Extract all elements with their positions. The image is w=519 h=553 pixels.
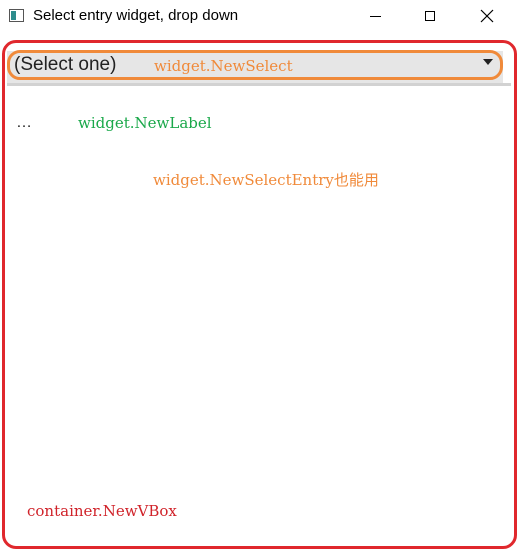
vbox-annotation-outline <box>2 40 517 549</box>
app-icon <box>9 9 24 22</box>
minimize-button[interactable] <box>352 0 398 32</box>
window-title: Select entry widget, drop down <box>33 7 239 24</box>
minimize-icon <box>369 15 381 17</box>
maximize-button[interactable] <box>407 0 453 32</box>
window-content: (Select one) widget.NewSelect … widget.N… <box>2 40 517 551</box>
maximize-icon <box>425 11 435 21</box>
title-bar: Select entry widget, drop down <box>0 0 519 32</box>
close-icon <box>480 9 494 23</box>
close-button[interactable] <box>464 0 510 32</box>
